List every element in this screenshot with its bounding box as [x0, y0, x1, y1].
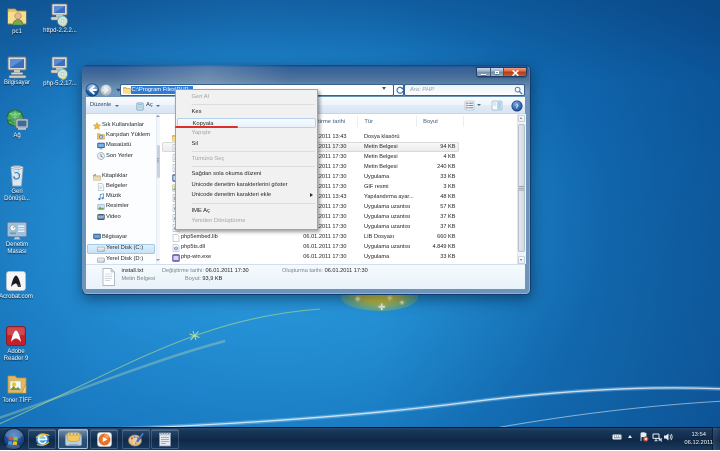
svg-text:?: ? — [515, 103, 518, 110]
